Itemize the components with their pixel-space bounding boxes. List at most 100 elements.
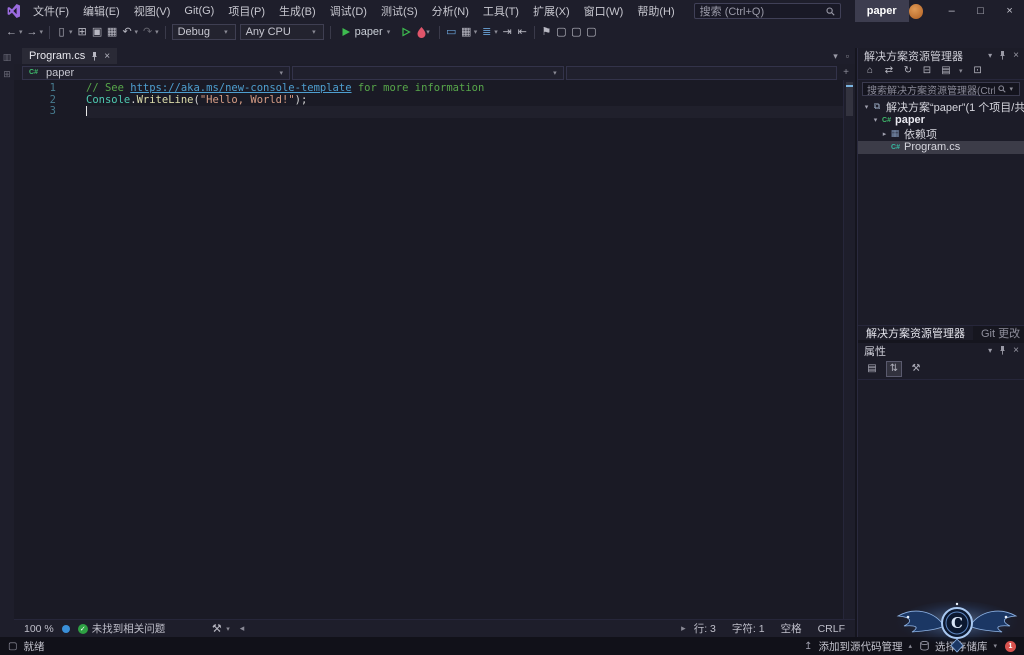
chevron-down-icon[interactable]: ▾	[69, 28, 73, 36]
nav-forward-icon[interactable]: →	[25, 23, 40, 41]
member-dropdown[interactable]	[565, 65, 838, 80]
tab-program-cs[interactable]: Program.cs ×	[22, 48, 118, 64]
chevron-down-icon[interactable]: ▾	[988, 346, 992, 355]
close-button[interactable]: ×	[995, 0, 1024, 22]
panel-tab[interactable]: Git 更改	[973, 326, 1024, 340]
bookmark-frame-icon[interactable]: ▢	[554, 23, 569, 41]
alphabetical-icon[interactable]: ⇅	[886, 360, 902, 377]
new-file-icon[interactable]: ▯	[54, 23, 69, 41]
solution-configuration-dropdown[interactable]: Debug ▾	[171, 24, 236, 40]
menu-item[interactable]: 编辑(E)	[76, 0, 127, 22]
close-icon[interactable]: ×	[1013, 50, 1019, 61]
scroll-right-icon[interactable]: ▸	[681, 623, 686, 634]
menu-item[interactable]: 生成(B)	[272, 0, 323, 22]
chevron-down-icon[interactable]: ▾	[19, 28, 23, 36]
chevron-down-icon[interactable]: ▾	[494, 28, 498, 36]
sort-lines-icon[interactable]: ≣	[479, 23, 494, 41]
start-without-debugging-button[interactable]	[398, 27, 414, 37]
home-icon[interactable]: ⌂	[864, 62, 876, 80]
categorized-icon[interactable]: ▤	[864, 361, 880, 377]
zoom-level[interactable]: 100 %	[24, 623, 54, 635]
chevron-down-icon[interactable]: ▾	[988, 51, 992, 60]
menu-item[interactable]: 测试(S)	[374, 0, 425, 22]
filter-icon[interactable]: ▤	[940, 62, 952, 80]
line-indicator[interactable]: 行: 3	[694, 621, 716, 636]
column-indicator[interactable]: 字符: 1	[732, 621, 765, 636]
menu-item[interactable]: 工具(T)	[476, 0, 526, 22]
tree-item[interactable]: ▾ C# paper	[858, 114, 1024, 128]
solution-search-box[interactable]: 搜索解决方案资源管理器(Ctrl+;) ▾	[862, 82, 1020, 97]
eol-indicator[interactable]: CRLF	[818, 623, 845, 635]
menu-item[interactable]: 扩展(X)	[526, 0, 577, 22]
grid-options-icon[interactable]: ▦	[459, 23, 474, 41]
code-line[interactable]: Console.WriteLine("Hello, World!");	[86, 94, 843, 107]
menu-item[interactable]: 视图(V)	[127, 0, 178, 22]
analysis-status[interactable]: 未找到相关问题	[92, 621, 166, 636]
clear-bookmark-icon[interactable]: ▢	[584, 23, 599, 41]
account-avatar[interactable]	[908, 3, 924, 19]
tree-chevron-icon[interactable]: ▸	[880, 130, 889, 138]
target-device-icon[interactable]: ▭	[444, 23, 459, 41]
save-icon[interactable]: ▣	[90, 23, 105, 41]
tree-chevron-icon[interactable]: ▾	[862, 103, 871, 111]
outdent-icon[interactable]: ⇤	[515, 23, 530, 41]
save-bookmark-icon[interactable]: ▢	[569, 23, 584, 41]
redo-icon[interactable]: ↷	[140, 23, 155, 41]
chevron-down-icon[interactable]: ▾	[135, 28, 139, 36]
solution-platform-dropdown[interactable]: Any CPU ▾	[239, 24, 324, 40]
scroll-left-icon[interactable]: ◂	[240, 623, 245, 634]
chevron-down-icon[interactable]: ▾	[959, 67, 963, 75]
server-explorer-tab-icon[interactable]: ▥	[3, 52, 12, 63]
menu-item[interactable]: 窗口(W)	[577, 0, 631, 22]
menu-item[interactable]: 分析(N)	[425, 0, 476, 22]
chevron-down-icon[interactable]: ▾	[40, 28, 44, 36]
sync-with-active-document-icon[interactable]: ⇄	[883, 62, 895, 80]
save-all-icon[interactable]: ▦	[105, 23, 120, 41]
pin-icon[interactable]	[90, 51, 99, 61]
code-text[interactable]: // See https://aka.ms/new-console-templa…	[72, 80, 843, 619]
property-pages-icon[interactable]: ⚒	[908, 361, 924, 377]
document-list-chevron-icon[interactable]: ▾	[833, 51, 838, 62]
panel-tab[interactable]: 解决方案资源管理器	[858, 326, 973, 340]
pin-icon[interactable]	[998, 51, 1007, 60]
show-all-files-icon[interactable]: ⊡	[972, 62, 984, 80]
select-repository-button[interactable]: 选择存储库	[935, 639, 988, 654]
float-window-icon[interactable]: ▫	[846, 51, 849, 61]
code-line[interactable]	[86, 106, 843, 118]
hot-reload-button[interactable]: ▾	[414, 26, 435, 38]
nav-back-icon[interactable]: ←	[4, 23, 19, 41]
chevron-down-icon[interactable]: ▾	[155, 28, 159, 36]
project-dropdown[interactable]: C# paper ▾	[22, 65, 290, 80]
type-dropdown[interactable]: ▾	[292, 65, 564, 80]
menu-item[interactable]: Git(G)	[177, 2, 221, 20]
code-editor[interactable]: 123 // See https://aka.ms/new-console-te…	[14, 80, 855, 619]
editor-health-icon[interactable]	[61, 624, 70, 633]
menu-item[interactable]: 帮助(H)	[630, 0, 681, 22]
chevron-down-icon[interactable]: ▾	[993, 642, 997, 650]
chevron-up-icon[interactable]: ▴	[908, 642, 912, 650]
menu-item[interactable]: 文件(F)	[26, 0, 76, 22]
toolbox-tab-icon[interactable]: ⊞	[3, 69, 11, 80]
undo-icon[interactable]: ↶	[120, 23, 135, 41]
close-tab-icon[interactable]: ×	[104, 51, 110, 62]
minimize-button[interactable]: –	[937, 0, 966, 22]
tree-item[interactable]: ▾⧉ 解决方案“paper”(1 个项目/共 1 个)	[858, 100, 1024, 114]
tree-item[interactable]: ▸ ▦ 依赖项	[858, 127, 1024, 141]
chevron-down-icon[interactable]: ▾	[1009, 85, 1013, 93]
spaces-indicator[interactable]: 空格	[781, 621, 802, 636]
menu-item[interactable]: 调试(D)	[323, 0, 374, 22]
open-file-icon[interactable]: ⊞	[75, 23, 90, 41]
tree-item[interactable]: C# Program.cs	[858, 140, 1024, 154]
pin-icon[interactable]	[998, 346, 1007, 355]
menu-item[interactable]: 项目(P)	[221, 0, 272, 22]
chevron-down-icon[interactable]: ▾	[474, 28, 478, 36]
tree-chevron-icon[interactable]: ▾	[871, 116, 880, 124]
close-icon[interactable]: ×	[1013, 345, 1019, 356]
notification-badge[interactable]: 1	[1005, 640, 1016, 652]
add-to-source-control-button[interactable]: 添加到源代码管理	[818, 639, 902, 654]
start-debugging-button[interactable]: paper ▾	[335, 26, 399, 38]
code-fix-icon[interactable]: ⚒	[209, 620, 224, 638]
scrollbar-thumb[interactable]	[846, 82, 853, 116]
quick-search-box[interactable]: 搜索 (Ctrl+Q)	[693, 3, 841, 19]
vertical-scrollbar[interactable]	[843, 80, 855, 619]
